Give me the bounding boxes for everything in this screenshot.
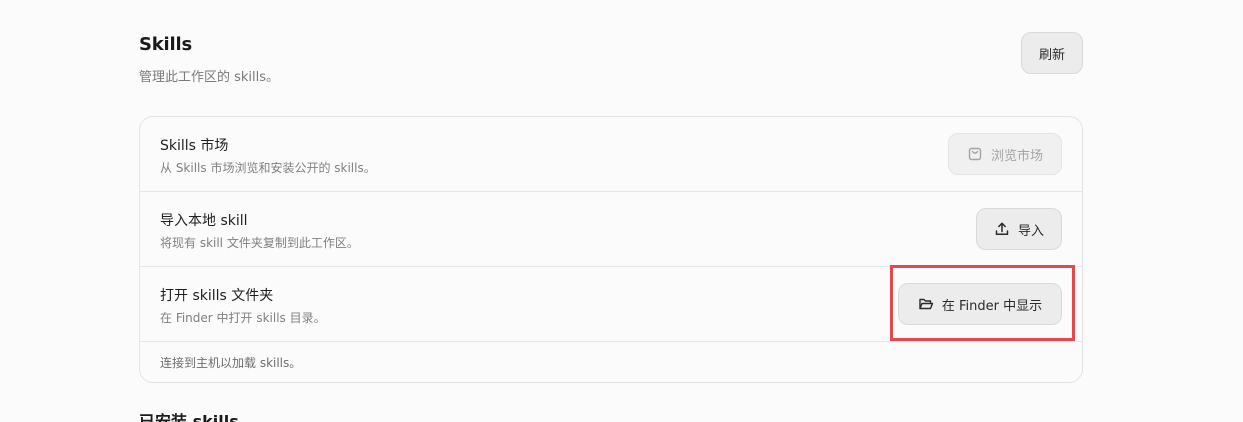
show-in-finder-label: 在 Finder 中显示 xyxy=(941,298,1043,314)
row-title: 导入本地 skill xyxy=(160,213,248,229)
row-description: 在 Finder 中打开 skills 目录。 xyxy=(160,311,326,325)
browse-market-button[interactable]: 浏览市场 xyxy=(948,133,1062,175)
import-button[interactable]: 导入 xyxy=(976,208,1062,250)
installed-skills-heading: 已安装 skills xyxy=(139,412,239,422)
browse-market-label: 浏览市场 xyxy=(990,148,1043,164)
connection-note: 连接到主机以加载 skills。 xyxy=(160,356,302,370)
skills-page: Skills 管理此工作区的 skills。 刷新 Skills 市场 从 Sk… xyxy=(0,0,1243,422)
upload-icon xyxy=(994,221,1010,237)
shopping-bag-icon xyxy=(967,146,983,162)
skills-actions-card: Skills 市场 从 Skills 市场浏览和安装公开的 skills。 浏览… xyxy=(139,116,1083,383)
row-skills-market: Skills 市场 从 Skills 市场浏览和安装公开的 skills。 浏览… xyxy=(140,117,1082,192)
row-import-local-skill: 导入本地 skill 将现有 skill 文件夹复制到此工作区。 导入 xyxy=(140,192,1082,267)
show-in-finder-button[interactable]: 在 Finder 中显示 xyxy=(898,283,1062,325)
page-header: Skills 管理此工作区的 skills。 刷新 xyxy=(139,32,1083,92)
row-title: Skills 市场 xyxy=(160,138,229,154)
refresh-button[interactable]: 刷新 xyxy=(1021,32,1083,74)
import-label: 导入 xyxy=(1017,223,1044,239)
folder-open-icon xyxy=(918,296,934,312)
row-title: 打开 skills 文件夹 xyxy=(160,288,274,304)
page-title: Skills xyxy=(139,34,192,55)
row-open-skills-folder: 打开 skills 文件夹 在 Finder 中打开 skills 目录。 在 … xyxy=(140,267,1082,342)
row-description: 将现有 skill 文件夹复制到此工作区。 xyxy=(160,236,359,250)
page-subtitle: 管理此工作区的 skills。 xyxy=(139,70,280,85)
row-description: 从 Skills 市场浏览和安装公开的 skills。 xyxy=(160,161,376,175)
